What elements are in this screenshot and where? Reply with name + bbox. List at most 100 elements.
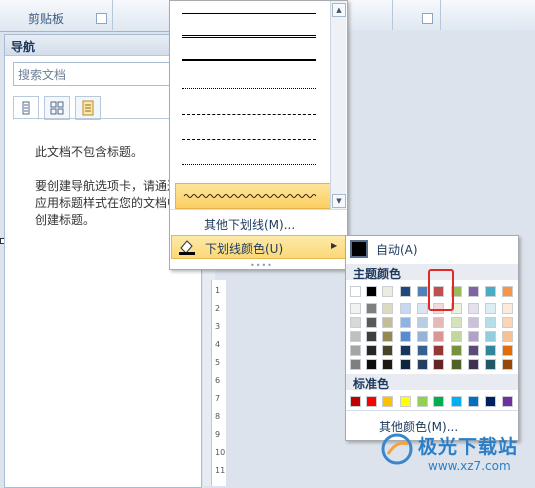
color-swatch[interactable] xyxy=(382,396,393,407)
color-swatch[interactable] xyxy=(400,359,411,370)
color-swatch[interactable] xyxy=(433,396,444,407)
tab-pages[interactable] xyxy=(44,96,70,120)
color-swatch[interactable] xyxy=(366,345,377,356)
color-swatch[interactable] xyxy=(382,303,393,314)
results-icon xyxy=(82,100,94,116)
ruler-number: 1 xyxy=(215,286,221,295)
color-swatch[interactable] xyxy=(366,396,377,407)
underline-double[interactable] xyxy=(182,35,316,38)
color-swatch[interactable] xyxy=(451,396,462,407)
color-swatch[interactable] xyxy=(350,396,361,407)
color-swatch[interactable] xyxy=(485,286,496,297)
underline-color-item[interactable]: 下划线颜色(U) ▶ xyxy=(171,235,346,259)
color-swatch[interactable] xyxy=(350,345,361,356)
color-swatch[interactable] xyxy=(382,331,393,342)
color-swatch[interactable] xyxy=(350,359,361,370)
color-swatch[interactable] xyxy=(502,303,513,314)
color-swatch[interactable] xyxy=(400,396,411,407)
color-swatch[interactable] xyxy=(433,331,444,342)
color-swatch[interactable] xyxy=(417,317,428,328)
standard-colors-title: 标准色 xyxy=(353,377,390,391)
underline-dashed[interactable] xyxy=(182,114,316,115)
color-swatch[interactable] xyxy=(451,359,462,370)
wavy-line-icon xyxy=(183,194,317,198)
color-swatch[interactable] xyxy=(400,345,411,356)
color-swatch[interactable] xyxy=(350,303,361,314)
underline-dotted[interactable] xyxy=(182,88,316,89)
scroll-down-icon[interactable]: ▼ xyxy=(332,194,346,208)
color-swatch[interactable] xyxy=(382,317,393,328)
color-swatch[interactable] xyxy=(366,286,377,297)
color-swatch[interactable] xyxy=(468,317,479,328)
color-swatch[interactable] xyxy=(502,331,513,342)
search-document-input[interactable]: 搜索文档 xyxy=(13,62,185,86)
color-swatch[interactable] xyxy=(502,345,513,356)
clipboard-launcher-icon[interactable] xyxy=(96,13,107,24)
color-swatch[interactable] xyxy=(433,359,444,370)
color-swatch[interactable] xyxy=(382,286,393,297)
submenu-arrow-icon: ▶ xyxy=(331,241,338,250)
color-swatch[interactable] xyxy=(468,331,479,342)
underline-wavy[interactable] xyxy=(175,183,331,209)
color-swatch[interactable] xyxy=(417,359,428,370)
color-swatch[interactable] xyxy=(417,303,428,314)
color-swatch[interactable] xyxy=(417,331,428,342)
color-swatch[interactable] xyxy=(400,303,411,314)
color-swatch[interactable] xyxy=(400,317,411,328)
tab-headings[interactable] xyxy=(13,96,39,120)
color-swatch[interactable] xyxy=(366,359,377,370)
color-swatch[interactable] xyxy=(366,317,377,328)
color-swatch[interactable] xyxy=(502,286,513,297)
color-swatch[interactable] xyxy=(382,345,393,356)
ribbon-divider xyxy=(392,0,393,30)
color-swatch[interactable] xyxy=(502,359,513,370)
gallery-scrollbar[interactable]: ▲ ▼ xyxy=(330,1,346,209)
underline-thick[interactable] xyxy=(182,59,316,61)
color-swatch[interactable] xyxy=(468,359,479,370)
color-swatch[interactable] xyxy=(417,286,428,297)
ruler-number: 10 xyxy=(215,448,226,457)
resize-grip-icon[interactable]: •••• xyxy=(250,261,273,270)
color-swatch[interactable] xyxy=(485,331,496,342)
color-swatch[interactable] xyxy=(485,396,496,407)
standard-colors-header: 标准色 xyxy=(346,374,518,391)
color-swatch[interactable] xyxy=(350,286,361,297)
headings-icon xyxy=(22,101,30,115)
search-placeholder: 搜索文档 xyxy=(18,68,67,82)
tab-results[interactable] xyxy=(75,96,101,120)
color-swatch[interactable] xyxy=(366,303,377,314)
color-swatch[interactable] xyxy=(350,317,361,328)
color-swatch[interactable] xyxy=(366,331,377,342)
color-swatch[interactable] xyxy=(400,331,411,342)
more-underlines-item[interactable]: 其他下划线(M)... xyxy=(170,212,347,234)
underline-dash-dot-dot[interactable] xyxy=(182,164,316,165)
underline-single[interactable] xyxy=(182,13,316,14)
color-swatch[interactable] xyxy=(468,286,479,297)
color-swatch[interactable] xyxy=(468,396,479,407)
watermark-url: www.xz7.com xyxy=(428,459,511,473)
color-swatch[interactable] xyxy=(451,331,462,342)
automatic-color-item[interactable]: 自动(A) xyxy=(346,236,518,260)
color-swatch[interactable] xyxy=(433,345,444,356)
color-swatch[interactable] xyxy=(417,396,428,407)
color-swatch[interactable] xyxy=(502,317,513,328)
paragraph-launcher-icon[interactable] xyxy=(422,13,433,24)
color-swatch[interactable] xyxy=(417,345,428,356)
color-swatch[interactable] xyxy=(485,359,496,370)
color-swatch[interactable] xyxy=(502,396,513,407)
color-swatch[interactable] xyxy=(382,359,393,370)
color-swatch[interactable] xyxy=(468,303,479,314)
underline-dash-dot[interactable] xyxy=(182,139,316,140)
scroll-up-icon[interactable]: ▲ xyxy=(332,3,346,17)
color-swatch[interactable] xyxy=(451,317,462,328)
color-swatch[interactable] xyxy=(468,345,479,356)
color-swatch[interactable] xyxy=(485,345,496,356)
selected-color-highlight xyxy=(428,269,454,311)
color-swatch[interactable] xyxy=(400,286,411,297)
color-swatch[interactable] xyxy=(485,317,496,328)
color-swatch[interactable] xyxy=(350,331,361,342)
color-swatch[interactable] xyxy=(451,345,462,356)
color-swatch[interactable] xyxy=(433,317,444,328)
hint-line-2: 应用标题样式在您的文档中 xyxy=(35,196,180,210)
color-swatch[interactable] xyxy=(485,303,496,314)
